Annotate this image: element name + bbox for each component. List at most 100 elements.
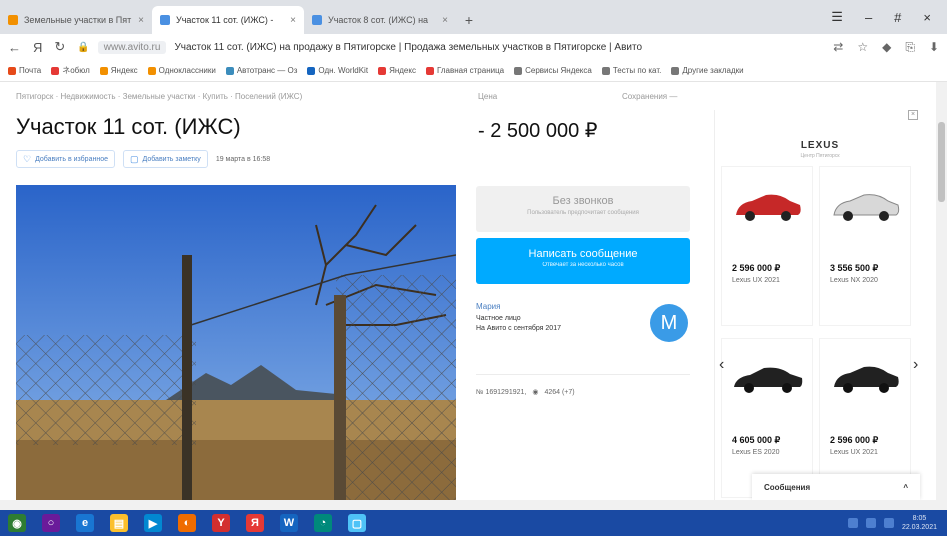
bookmark-icon[interactable]: ☆ <box>857 40 868 55</box>
close-ad-icon[interactable]: × <box>908 110 918 120</box>
tab-2[interactable]: Участок 11 сот. (ИЖС) - × <box>152 6 304 34</box>
firefox-icon[interactable]: ◐ <box>178 514 196 532</box>
tab-1[interactable]: Земельные участки в Пят × <box>0 6 152 34</box>
start-icon[interactable]: ◉ <box>8 514 26 532</box>
avatar[interactable]: М <box>650 304 688 342</box>
bookmark-item[interactable]: Яндекс <box>378 66 416 75</box>
tab-favicon-icon <box>160 15 170 25</box>
bookmark-label: Одн. WorldKit <box>318 66 369 75</box>
reload-button[interactable]: ↻ <box>54 39 65 55</box>
horizontal-scrollbar[interactable] <box>0 500 947 510</box>
url-domain: www.avito.ru <box>97 40 167 54</box>
listing-photo[interactable] <box>16 185 456 500</box>
share-icon[interactable]: ⎘ <box>905 40 915 55</box>
car-price: 2 596 000 ₽ <box>732 263 781 273</box>
car-price: 4 605 000 ₽ <box>732 435 781 445</box>
heart-icon: ♡ <box>23 153 32 164</box>
bookmark-favicon-icon <box>378 66 387 75</box>
ad-number: № 1691291921, <box>476 388 527 396</box>
close-window-button[interactable]: × <box>923 10 931 25</box>
car-image <box>734 367 803 393</box>
no-calls-subtitle: Пользователь предпочитает сообщения <box>527 210 639 216</box>
car-price: 2 596 000 ₽ <box>830 435 879 445</box>
back-button[interactable]: ← <box>8 40 21 55</box>
write-message-button[interactable]: Написать сообщение Отвечает за несколько… <box>476 238 690 284</box>
ad-card[interactable]: 3 556 500 ₽ Lexus NX 2020 <box>819 166 911 326</box>
extension-icon[interactable]: ◆ <box>882 40 891 55</box>
bookmark-item[interactable]: Яндекс <box>99 66 138 75</box>
page-content: Пятигорск · Недвижимость · Земельные уча… <box>0 82 936 500</box>
close-tab-icon[interactable]: × <box>138 15 144 26</box>
tab-3[interactable]: Участок 8 сот. (ИЖС) на × <box>304 6 456 34</box>
bookmark-item[interactable]: Тесты по кат. <box>601 66 662 75</box>
ie-icon[interactable]: e <box>76 514 94 532</box>
bookmark-label: Яндекс <box>389 66 416 75</box>
lexus-logo[interactable]: LEXUS Центр Пятигорск <box>715 140 925 159</box>
new-tab-button[interactable]: + <box>456 6 482 34</box>
app-icon[interactable]: ◔ <box>314 514 332 532</box>
price-label: Цена <box>478 92 498 101</box>
yandex-browser-icon[interactable]: Я <box>246 514 264 532</box>
note-icon: ▢ <box>129 153 139 164</box>
bookmark-label: Одноклассники <box>158 66 216 75</box>
ad-number-row: № 1691291921, ◉ 4264 (+7) <box>476 388 575 397</box>
explorer-icon[interactable]: ▤ <box>110 514 128 532</box>
address-actions: ⇄ ☆ ◆ ⎘ ⬇ <box>833 40 939 55</box>
url-field[interactable]: 🔒 www.avito.ru Участок 11 сот. (ИЖС) на … <box>77 40 821 54</box>
add-note-button[interactable]: ▢ Добавить заметку <box>122 150 208 168</box>
minimize-button[interactable]: – <box>865 10 872 25</box>
scrollbar-thumb[interactable] <box>938 122 945 202</box>
bookmark-item[interactable]: ネобюл <box>51 65 90 76</box>
volume-icon[interactable] <box>865 518 876 528</box>
media-icon[interactable]: ▶ <box>144 514 162 532</box>
publish-date: 19 марта в 16:58 <box>215 155 271 163</box>
close-tab-icon[interactable]: × <box>442 15 448 26</box>
language-icon[interactable] <box>883 518 894 528</box>
network-icon[interactable] <box>847 518 858 528</box>
carousel-next-icon[interactable]: › <box>913 356 918 374</box>
messages-bar[interactable]: Сообщения ^ <box>752 474 920 500</box>
bookmark-item[interactable]: Одн. WorldKit <box>307 66 368 75</box>
bookmark-favicon-icon <box>8 66 16 75</box>
yandex-home-button[interactable]: Я <box>33 40 42 55</box>
bookmark-label: Автотранс — Оз <box>236 66 298 75</box>
tab-title: Участок 11 сот. (ИЖС) - <box>176 15 274 25</box>
bookmark-label: Другие закладки <box>682 66 744 75</box>
bookmark-favicon-icon <box>425 66 434 75</box>
yandex-icon[interactable]: Y <box>212 514 230 532</box>
tab-title: Земельные участки в Пят <box>24 15 132 25</box>
no-calls-notice: Без звонков Пользователь предпочитает со… <box>476 186 690 232</box>
bookmark-item[interactable]: Сервисы Яндекса <box>514 66 592 75</box>
bookmark-item[interactable]: Почта <box>8 66 41 75</box>
bookmark-favicon-icon <box>601 66 610 75</box>
bookmark-label: Яндекс <box>110 66 138 75</box>
add-favorite-button[interactable]: ♡ Добавить в избранное <box>16 150 115 168</box>
bookmark-label: Главная страница <box>436 66 505 75</box>
cortana-icon[interactable]: ○ <box>42 514 60 532</box>
chevron-up-icon: ^ <box>903 482 908 492</box>
window-icon[interactable]: ▢ <box>348 514 366 532</box>
close-tab-icon[interactable]: × <box>290 15 296 26</box>
clock-time: 8:05 <box>912 515 927 522</box>
bookmark-label: Тесты по кат. <box>612 66 662 75</box>
bookmark-item[interactable]: Одноклассники <box>147 66 216 75</box>
carousel-prev-icon[interactable]: ‹ <box>719 356 724 374</box>
breadcrumb[interactable]: Пятигорск · Недвижимость · Земельные уча… <box>16 92 302 101</box>
translate-icon[interactable]: ⇄ <box>833 40 843 55</box>
bookmark-item[interactable]: Главная страница <box>425 66 505 75</box>
bookmarks-bar: Почта ネобюл Яндекс Одноклассники Автотранс —… <box>0 60 947 82</box>
tab-favicon-icon <box>8 15 18 25</box>
download-icon[interactable]: ⬇ <box>929 40 939 55</box>
menu-icon[interactable]: ☰ <box>831 9 843 25</box>
bookmark-item[interactable]: Автотранс — Оз <box>225 66 298 75</box>
window-controls: ☰ – # × <box>831 0 947 34</box>
word-icon[interactable]: W <box>280 514 298 532</box>
maximize-button[interactable]: # <box>894 10 901 25</box>
car-image <box>834 366 899 393</box>
ad-card[interactable]: 2 596 000 ₽ Lexus UX 2021 <box>721 166 813 326</box>
messages-label: Сообщения <box>764 482 811 492</box>
clock[interactable]: 8:05 22.03.2021 <box>902 514 937 532</box>
vertical-scrollbar[interactable] <box>936 82 947 500</box>
bookmark-item[interactable]: Другие закладки <box>671 66 744 75</box>
saved-link[interactable]: Сохранения — <box>622 92 677 101</box>
